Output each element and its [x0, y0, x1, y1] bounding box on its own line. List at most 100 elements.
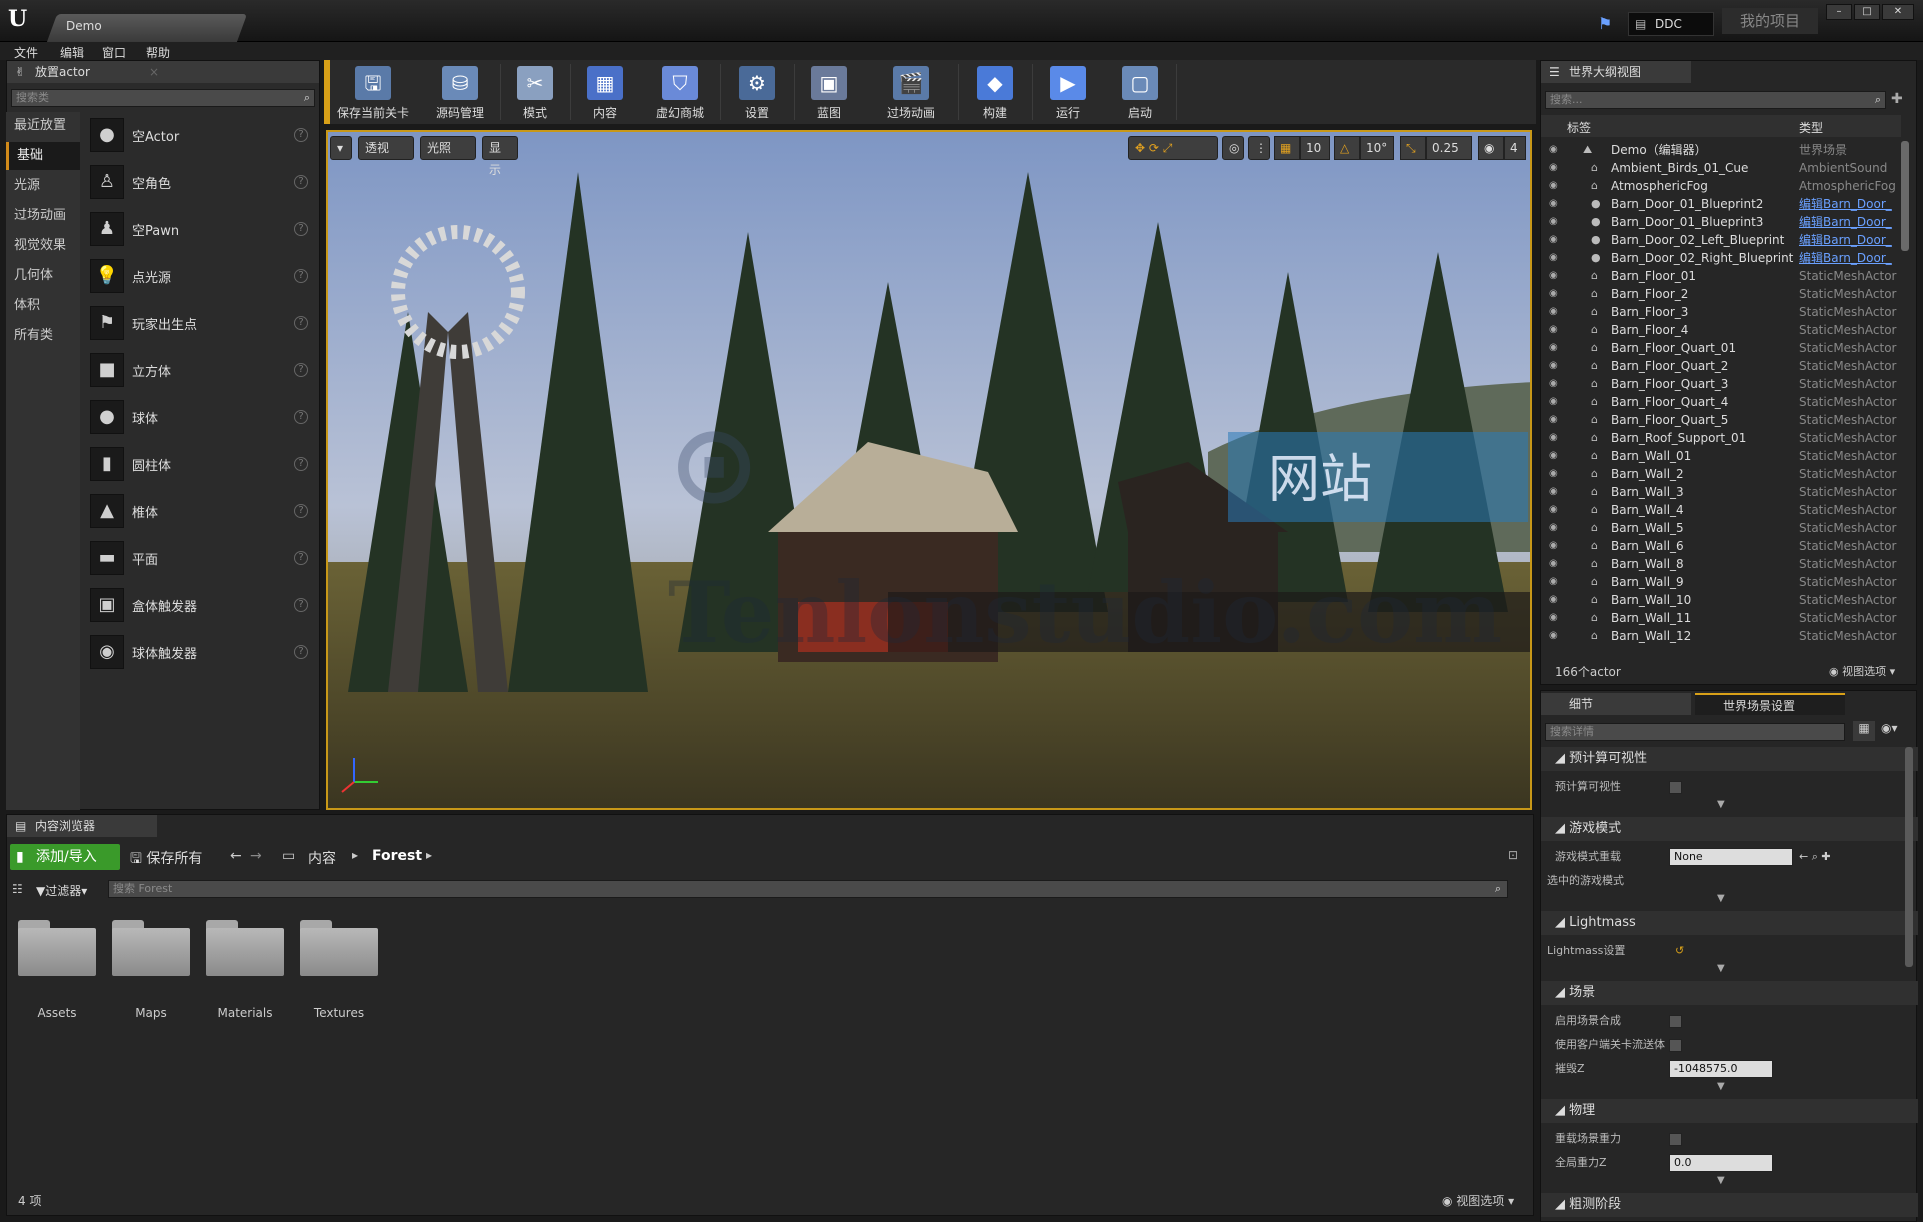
content-view-options[interactable]: ◉ 视图选项 ▾ — [1442, 1192, 1514, 1209]
visibility-eye-icon[interactable]: ◉ — [1549, 447, 1563, 465]
section-header[interactable]: ◢ 预计算可视性 — [1541, 747, 1918, 771]
visibility-eye-icon[interactable]: ◉ — [1549, 411, 1563, 429]
actor-item[interactable]: ▲ 椎体? — [84, 490, 314, 534]
folder-label[interactable]: Materials — [206, 1006, 284, 1020]
actor-item[interactable]: ● 空Actor? — [84, 114, 314, 158]
visibility-eye-icon[interactable]: ◉ — [1549, 141, 1563, 159]
outliner-row[interactable]: ◉ ⌂ Barn_Wall_8 StaticMeshActor — [1541, 555, 1901, 573]
toolbar-button[interactable]: 🖫 保存当前关卡 — [330, 60, 416, 124]
world-settings-tab[interactable]: 世界场景设置 — [1695, 693, 1845, 715]
actor-type[interactable]: 编辑Barn_Door_ — [1799, 213, 1892, 231]
grid-snap-icon[interactable]: ▦ — [1274, 136, 1300, 160]
viewport-menu-button[interactable]: ▾ — [330, 136, 352, 160]
toolbar-button[interactable]: ▶ 运行 — [1036, 60, 1100, 124]
details-view-options-icon[interactable]: ◉▾ — [1881, 721, 1898, 735]
content-search-input[interactable]: 搜索 Forest ⌕ — [108, 880, 1508, 898]
scale-snap-icon[interactable]: ⤡ — [1400, 136, 1426, 160]
menu-window[interactable]: 窗口 — [102, 44, 126, 61]
help-icon[interactable]: ? — [294, 269, 308, 283]
section-header[interactable]: ◢ 游戏模式 — [1541, 817, 1918, 841]
grid-snap-value[interactable]: 10 — [1300, 136, 1330, 160]
property-matrix-icon[interactable]: ▦ — [1853, 721, 1875, 741]
outliner-row[interactable]: ◉ ● Barn_Door_02_Left_Blueprint 编辑Barn_Door… — [1541, 231, 1901, 249]
path-segment-forest[interactable]: Forest — [372, 848, 422, 864]
actor-type[interactable]: 编辑Barn_Door_ — [1799, 195, 1892, 213]
outliner-row[interactable]: ◉ ⌂ Barn_Floor_Quart_3 StaticMeshActor — [1541, 375, 1901, 393]
show-advanced-icon[interactable]: ▼ — [1717, 1175, 1725, 1186]
show-advanced-icon[interactable]: ▼ — [1717, 799, 1725, 810]
save-all-button[interactable]: 🖫 保存所有 — [130, 848, 202, 872]
class-search-input[interactable]: 搜索类 ⌕ — [11, 89, 315, 107]
visibility-eye-icon[interactable]: ◉ — [1549, 609, 1563, 627]
outliner-row[interactable]: ◉ ⌂ Barn_Floor_Quart_2 StaticMeshActor — [1541, 357, 1901, 375]
folder-icon[interactable] — [206, 920, 284, 976]
category-all-classes[interactable]: 所有类 — [6, 322, 80, 350]
camera-speed-value[interactable]: 4 — [1504, 136, 1526, 160]
visibility-eye-icon[interactable]: ◉ — [1549, 339, 1563, 357]
path-segment-content[interactable]: 内容 — [308, 848, 336, 868]
help-icon[interactable]: ? — [294, 316, 308, 330]
category-lights[interactable]: 光源 — [6, 172, 80, 200]
outliner-row[interactable]: ◉ ⌂ Barn_Wall_01 StaticMeshActor — [1541, 447, 1901, 465]
visibility-eye-icon[interactable]: ◉ — [1549, 465, 1563, 483]
menu-file[interactable]: 文件 — [14, 44, 38, 61]
outliner-row[interactable]: ◉ ⌂ Barn_Floor_Quart_4 StaticMeshActor — [1541, 393, 1901, 411]
toolbar-button[interactable]: ◆ 构建 — [962, 60, 1028, 124]
show-advanced-icon[interactable]: ▼ — [1717, 1081, 1725, 1092]
outliner-row[interactable]: ◉ ● Barn_Door_02_Right_Blueprint 编辑Barn_Doo… — [1541, 249, 1901, 267]
toolbar-button[interactable]: ⚙ 设置 — [724, 60, 790, 124]
section-header[interactable]: ◢ 物理 — [1541, 1099, 1918, 1123]
perspective-button[interactable]: 透视 — [358, 136, 414, 160]
help-icon[interactable]: ? — [294, 410, 308, 424]
outliner-row[interactable]: ◉ ⌂ Barn_Floor_Quart_01 StaticMeshActor — [1541, 339, 1901, 357]
outliner-row[interactable]: ◉ ⌂ Barn_Wall_2 StaticMeshActor — [1541, 465, 1901, 483]
outliner-row[interactable]: ◉ ⌂ Barn_Wall_4 StaticMeshActor — [1541, 501, 1901, 519]
visibility-eye-icon[interactable]: ◉ — [1549, 393, 1563, 411]
outliner-row[interactable]: ◉ ⛰ Demo（编辑器） 世界场景 — [1541, 141, 1901, 159]
visibility-eye-icon[interactable]: ◉ — [1549, 159, 1563, 177]
property-number-input[interactable]: 0.0 — [1669, 1154, 1773, 1172]
tab-close-icon[interactable]: × — [149, 61, 159, 83]
outliner-row[interactable]: ◉ ⌂ Barn_Roof_Support_01 StaticMeshActor — [1541, 429, 1901, 447]
maximize-button[interactable]: □ — [1854, 4, 1880, 20]
help-icon[interactable]: ? — [294, 363, 308, 377]
outliner-row[interactable]: ◉ ⌂ Barn_Floor_2 StaticMeshActor — [1541, 285, 1901, 303]
toolbar-button[interactable]: ▣ 蓝图 — [798, 60, 860, 124]
property-checkbox[interactable] — [1669, 1039, 1682, 1052]
outliner-row[interactable]: ◉ ⌂ AtmosphericFog AtmosphericFog — [1541, 177, 1901, 195]
menu-help[interactable]: 帮助 — [146, 44, 170, 61]
toolbar-button[interactable]: ⛁ 源码管理 — [424, 60, 496, 124]
toolbar-button[interactable]: ✂ 模式 — [504, 60, 566, 124]
outliner-row[interactable]: ◉ ● Barn_Door_01_Blueprint3 编辑Barn_Door_ — [1541, 213, 1901, 231]
column-label[interactable]: 标签 — [1567, 119, 1591, 136]
section-header[interactable]: ◢ 粗测阶段 — [1541, 1193, 1918, 1217]
details-scrollbar[interactable] — [1905, 747, 1913, 967]
minimize-button[interactable]: – — [1826, 4, 1852, 20]
actor-item[interactable]: ▣ 盒体触发器? — [84, 584, 314, 628]
visibility-eye-icon[interactable]: ◉ — [1549, 195, 1563, 213]
history-forward-icon[interactable]: → — [250, 848, 262, 864]
surface-snap-icon[interactable]: ⋮ — [1248, 136, 1270, 160]
help-icon[interactable]: ? — [294, 598, 308, 612]
category-basic[interactable]: 基础 — [6, 142, 80, 170]
visibility-eye-icon[interactable]: ◉ — [1549, 591, 1563, 609]
world-local-toggle-icon[interactable]: ◎ — [1222, 136, 1244, 160]
section-header[interactable]: ◢ Lightmass — [1541, 911, 1918, 935]
lit-mode-button[interactable]: 光照 — [420, 136, 476, 160]
transform-mode-buttons[interactable]: ✥ ⟳ ⤢ — [1128, 136, 1218, 160]
category-cinematic[interactable]: 过场动画 — [6, 202, 80, 230]
lock-icon[interactable]: ⊡ — [1508, 848, 1518, 862]
outliner-scrollbar[interactable] — [1901, 141, 1909, 251]
visibility-eye-icon[interactable]: ◉ — [1549, 627, 1563, 645]
visibility-eye-icon[interactable]: ◉ — [1549, 537, 1563, 555]
ddc-button[interactable]: ▤ DDC — [1628, 12, 1714, 36]
outliner-row[interactable]: ◉ ⌂ Barn_Floor_3 StaticMeshActor — [1541, 303, 1901, 321]
help-icon[interactable]: ? — [294, 457, 308, 471]
close-button[interactable]: ✕ — [1882, 4, 1914, 20]
folder-icon[interactable] — [112, 920, 190, 976]
visibility-eye-icon[interactable]: ◉ — [1549, 285, 1563, 303]
level-viewport[interactable]: ⊙ 网站 Tenlonstudio.com — [326, 130, 1532, 810]
outliner-row[interactable]: ◉ ⌂ Barn_Wall_5 StaticMeshActor — [1541, 519, 1901, 537]
help-icon[interactable]: ? — [294, 504, 308, 518]
filters-button[interactable]: ▼过滤器▾ — [36, 882, 87, 899]
